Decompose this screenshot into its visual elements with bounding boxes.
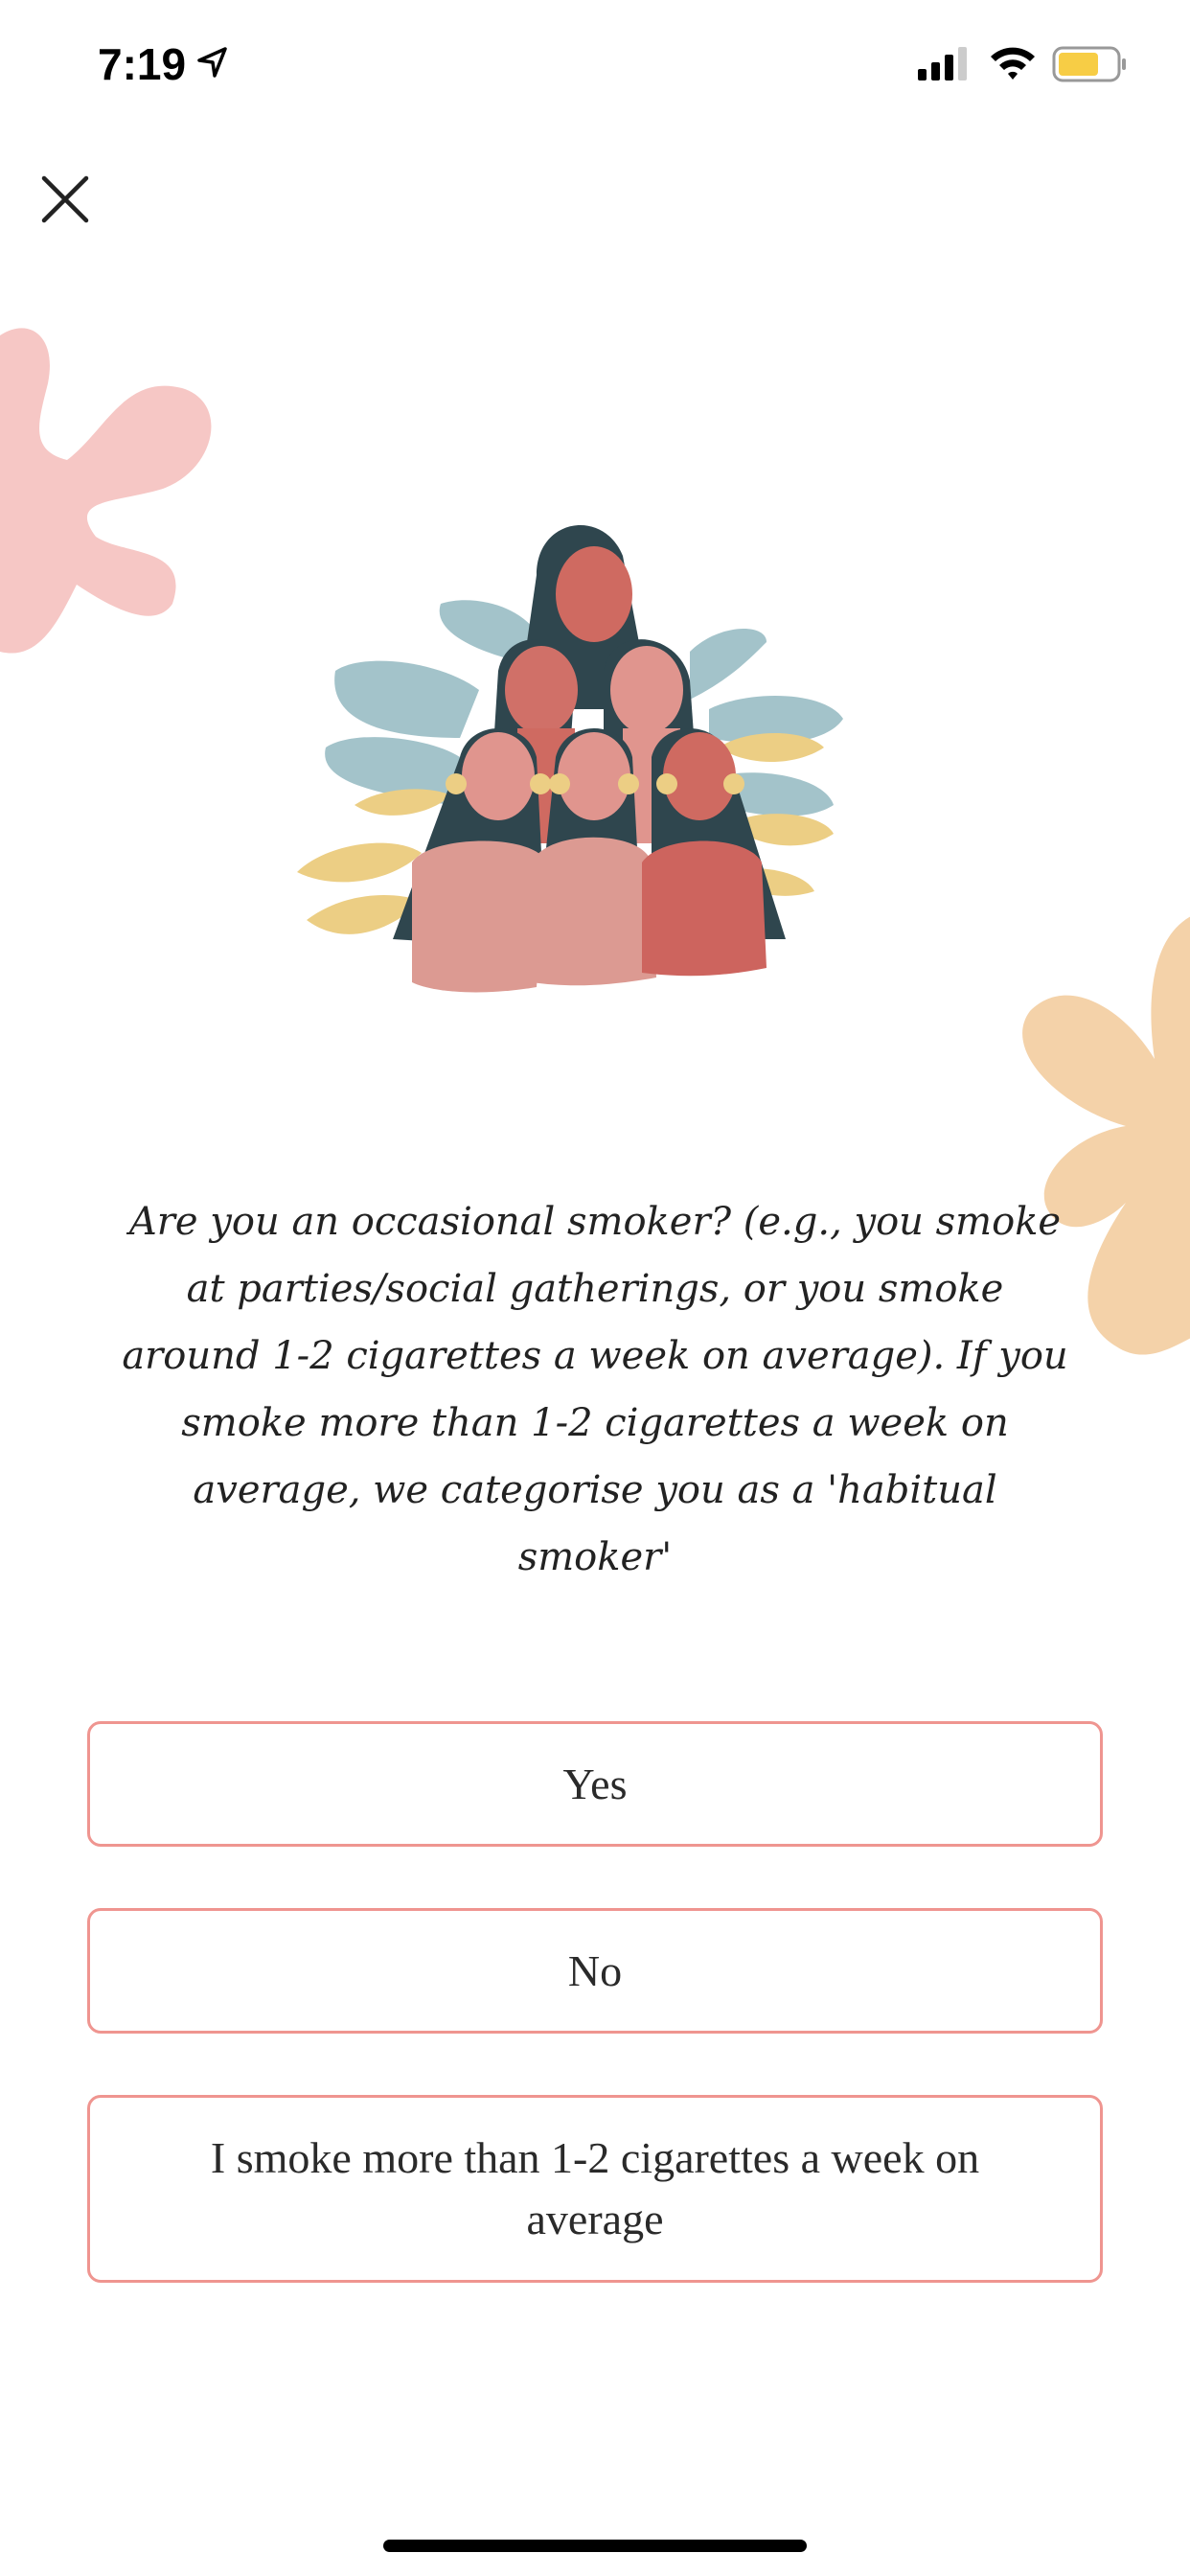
option-label: No <box>567 1945 623 1995</box>
battery-icon <box>1052 46 1126 82</box>
option-habitual-button[interactable]: I smoke more than 1-2 cigarettes a week … <box>87 2095 1103 2283</box>
cellular-signal-icon <box>918 47 967 80</box>
option-no-button[interactable]: No <box>87 1908 1103 2034</box>
close-icon[interactable] <box>38 172 92 226</box>
wifi-icon <box>991 47 1035 80</box>
decorative-pink-blob <box>0 328 212 654</box>
status-bar: 7:19 <box>0 0 1190 134</box>
option-yes-button[interactable]: Yes <box>87 1721 1103 1847</box>
location-arrow-icon <box>197 47 227 78</box>
home-indicator <box>383 2540 807 2552</box>
question-text: Are you an occasional smoker? (e.g., you… <box>122 1200 1068 1579</box>
women-group-illustration <box>297 524 843 993</box>
status-time: 7:19 <box>98 39 187 89</box>
option-label: Yes <box>562 1759 628 1808</box>
option-label: I smoke more than 1-2 cigarettes a week … <box>210 2133 980 2243</box>
